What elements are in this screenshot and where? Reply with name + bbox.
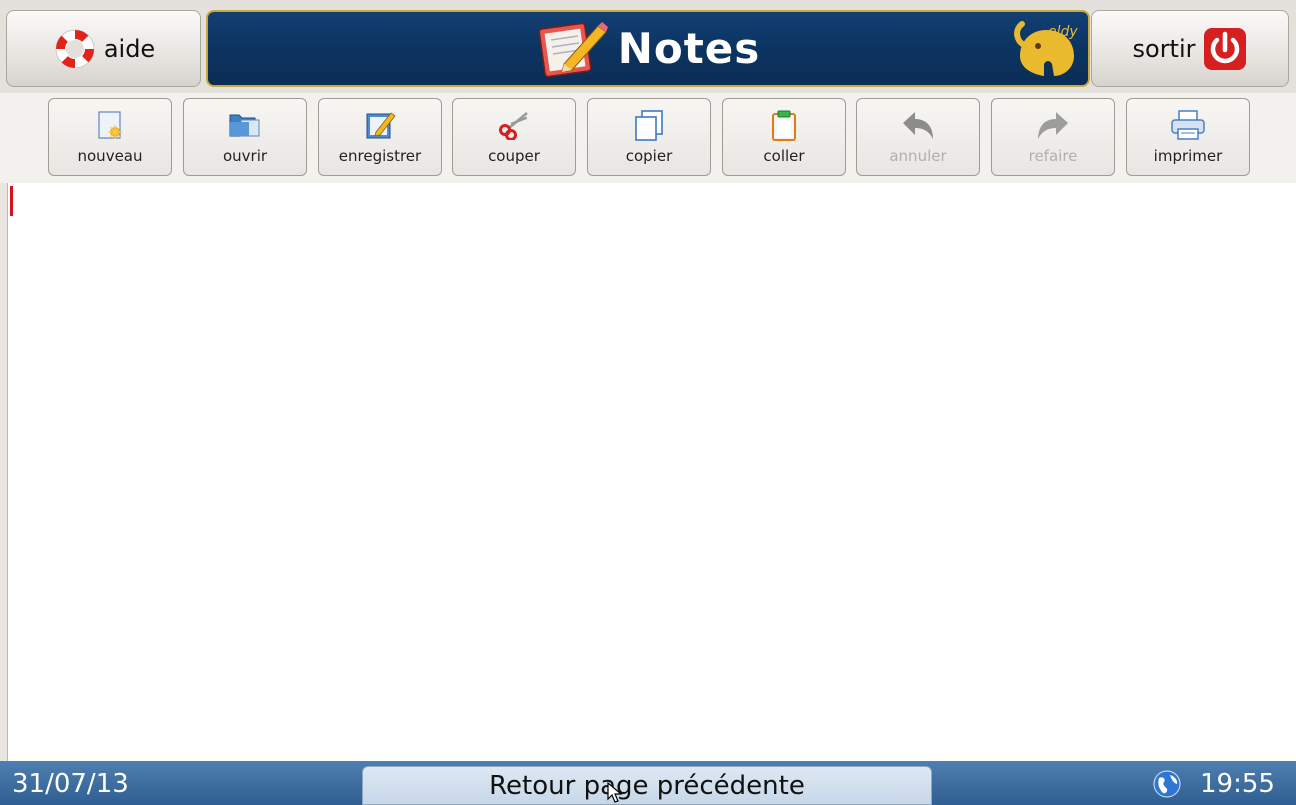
notepad-pencil-icon xyxy=(538,22,608,78)
clipboard-icon xyxy=(772,110,796,141)
brand-text: eldy xyxy=(1048,24,1078,40)
back-label: Retour page précédente xyxy=(489,770,805,801)
back-button[interactable]: Retour page précédente xyxy=(362,766,932,805)
open-label: ouvrir xyxy=(222,147,268,165)
eldy-elephant-logo: eldy xyxy=(1014,21,1078,76)
footer-bar: 31/07/13 Retour page précédente 19:55 xyxy=(0,761,1296,805)
printer-icon xyxy=(1171,110,1205,140)
header-bar: aide Notes eldy sortir xyxy=(0,0,1296,93)
undo-arrow-icon xyxy=(903,112,933,139)
redo-button[interactable]: refaire xyxy=(991,98,1115,176)
save-edit-icon xyxy=(366,112,396,139)
print-button[interactable]: imprimer xyxy=(1126,98,1250,176)
quit-label: sortir xyxy=(1132,34,1196,63)
globe-icon[interactable] xyxy=(1153,770,1181,798)
undo-label: annuler xyxy=(889,147,947,165)
copy-button[interactable]: copier xyxy=(587,98,711,176)
open-folder-icon xyxy=(229,114,260,137)
power-icon xyxy=(1203,27,1246,70)
lifebuoy-icon xyxy=(55,29,95,68)
clock-display: 19:55 xyxy=(1200,769,1275,799)
new-label: nouveau xyxy=(77,147,143,165)
cut-button[interactable]: couper xyxy=(452,98,576,176)
note-text-area[interactable] xyxy=(7,183,1296,761)
paste-button[interactable]: coller xyxy=(722,98,846,176)
toolbar: nouveau ouvrir enregistrer couper copier… xyxy=(0,93,1296,183)
open-button[interactable]: ouvrir xyxy=(183,98,307,176)
save-label: enregistrer xyxy=(338,147,422,165)
print-label: imprimer xyxy=(1153,147,1223,165)
new-button[interactable]: nouveau xyxy=(48,98,172,176)
cut-label: couper xyxy=(488,147,540,165)
text-cursor xyxy=(10,186,13,216)
quit-button[interactable]: sortir xyxy=(1091,10,1289,87)
redo-arrow-icon xyxy=(1038,112,1068,139)
redo-label: refaire xyxy=(1028,147,1078,165)
copy-icon xyxy=(635,110,663,141)
save-button[interactable]: enregistrer xyxy=(318,98,442,176)
copy-label: copier xyxy=(625,147,673,165)
paste-label: coller xyxy=(763,147,805,165)
date-display: 31/07/13 xyxy=(12,769,129,799)
title-panel: Notes eldy xyxy=(206,10,1090,87)
page-title: Notes xyxy=(617,23,761,73)
help-button[interactable]: aide xyxy=(6,10,201,87)
scissors-icon xyxy=(499,112,528,140)
mouse-pointer-icon xyxy=(607,782,623,803)
undo-button[interactable]: annuler xyxy=(856,98,980,176)
help-label: aide xyxy=(103,34,156,63)
new-file-icon xyxy=(98,111,122,139)
